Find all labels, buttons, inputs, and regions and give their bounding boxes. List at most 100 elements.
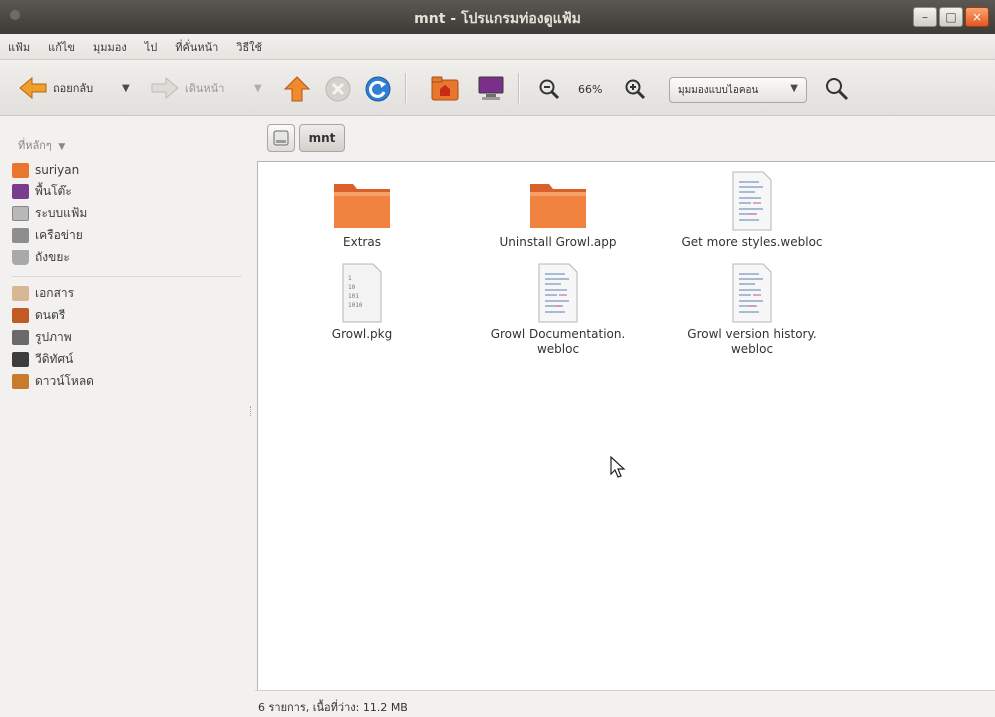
sidebar-item-home[interactable]: suriyan <box>12 160 79 180</box>
chevron-down-icon: ▼ <box>58 142 66 152</box>
home-icon <box>12 162 29 178</box>
sidebar-item-downloads[interactable]: ดาวน์โหลด <box>12 371 94 391</box>
places-dropdown[interactable]: ที่หลักๆ ▼ <box>18 136 65 154</box>
up-arrow-icon <box>283 76 311 102</box>
toolbar: ถอยกลับ ▼ เดินหน้า ▼ 66% มุมมองแบบไอคอน … <box>0 61 995 116</box>
sidebar-item-label: suriyan <box>35 163 80 177</box>
computer-button[interactable] <box>476 74 506 102</box>
reload-button[interactable] <box>364 75 392 103</box>
back-label: ถอยกลับ <box>53 82 94 95</box>
chevron-down-icon: ▼ <box>790 83 798 94</box>
menu-go[interactable]: ไป <box>145 38 158 56</box>
search-icon <box>826 78 849 101</box>
svg-text:1: 1 <box>348 275 352 282</box>
up-button[interactable] <box>283 75 311 103</box>
zoom-level[interactable]: 66% <box>578 83 602 96</box>
mouse-cursor-icon <box>610 456 626 478</box>
path-bar: mnt <box>255 116 995 160</box>
zoom-in-button[interactable] <box>624 78 646 100</box>
file-name: Get more styles.webloc <box>681 235 823 249</box>
menu-file[interactable]: แฟ้ม <box>8 38 30 56</box>
sidebar-item-trash[interactable]: ถังขยะ <box>12 247 70 267</box>
reload-icon <box>365 76 391 102</box>
minimize-button[interactable]: – <box>913 7 937 27</box>
webloc-document-icon <box>732 263 772 323</box>
file-item-growl-documentation[interactable]: Growl Documentation. webloc <box>468 262 648 357</box>
sidebar-item-videos[interactable]: วีดิทัศน์ <box>12 349 73 369</box>
menu-help[interactable]: วิธีใช้ <box>236 38 262 56</box>
zoom-in-icon <box>625 79 646 100</box>
videos-icon <box>12 351 29 367</box>
stop-icon <box>325 76 351 102</box>
sidebar-item-label: รูปภาพ <box>35 329 72 344</box>
music-icon <box>12 307 29 323</box>
maximize-button[interactable]: □ <box>939 7 963 27</box>
window-controls: – □ × <box>911 7 989 27</box>
forward-arrow-icon <box>151 76 179 100</box>
file-item-extras[interactable]: Extras <box>272 178 452 250</box>
sidebar-item-documents[interactable]: เอกสาร <box>12 283 74 303</box>
file-name: Uninstall Growl.app <box>499 235 617 249</box>
sidebar-item-label: ดาวน์โหลด <box>35 373 94 388</box>
file-name-line2: webloc <box>536 342 580 356</box>
status-bar: 6 รายการ, เนื้อที่ว่าง: 11.2 MB <box>255 690 995 717</box>
home-folder-icon <box>431 76 459 101</box>
svg-text:10: 10 <box>348 284 356 291</box>
window-title: mnt - โปรแกรมท่องดูแฟ้ม <box>414 11 581 27</box>
file-item-get-more-styles[interactable]: Get more styles.webloc <box>662 170 842 250</box>
menu-bar: แฟ้ม แก้ไข มุมมอง ไป ที่คั่นหน้า วิธีใช้ <box>0 34 995 60</box>
view-mode-value: มุมมองแบบไอคอน <box>678 84 759 96</box>
file-manager-window: mnt - โปรแกรมท่องดูแฟ้ม – □ × แฟ้ม แก้ไข… <box>0 0 995 717</box>
path-current-label: mnt <box>308 131 336 145</box>
sidebar-item-label: ดนตรี <box>35 307 66 322</box>
folder-icon <box>530 184 586 228</box>
binary-file-icon: 1 10 101 1010 <box>342 263 382 323</box>
sidebar-item-label: วีดิทัศน์ <box>35 351 74 366</box>
file-item-uninstall-growl[interactable]: Uninstall Growl.app <box>468 178 648 250</box>
back-history-dropdown[interactable]: ▼ <box>122 83 130 94</box>
file-item-growl-version-history[interactable]: Growl version history. webloc <box>662 262 842 357</box>
sidebar-item-music[interactable]: ดนตรี <box>12 305 65 325</box>
sidebar-item-network[interactable]: เครือข่าย <box>12 225 83 245</box>
forward-history-dropdown[interactable]: ▼ <box>254 83 262 94</box>
title-bar[interactable]: mnt - โปรแกรมท่องดูแฟ้ม – □ × <box>0 0 995 34</box>
sidebar-separator <box>12 276 242 277</box>
sidebar-item-desktop[interactable]: พื้นโต๊ะ <box>12 181 72 201</box>
desktop-icon <box>12 183 29 199</box>
computer-icon <box>478 76 504 100</box>
sidebar-item-label: ระบบแฟ้ม <box>35 205 88 220</box>
sidebar-item-filesystem[interactable]: ระบบแฟ้ม <box>12 203 87 223</box>
back-button[interactable]: ถอยกลับ <box>18 75 93 101</box>
sidebar-item-label: เครือข่าย <box>35 227 83 242</box>
sidebar-resize-handle[interactable] <box>250 406 255 416</box>
forward-button[interactable]: เดินหน้า <box>150 75 224 101</box>
file-name: Growl.pkg <box>331 327 393 341</box>
menu-edit[interactable]: แก้ไข <box>48 38 75 56</box>
toolbar-separator <box>518 73 520 103</box>
zoom-out-button[interactable] <box>538 78 560 100</box>
search-button[interactable] <box>824 76 850 102</box>
file-view[interactable]: Extras Uninstall Growl.app Get more styl… <box>257 161 995 690</box>
file-name: Extras <box>343 235 381 249</box>
file-name-line2: webloc <box>730 342 774 356</box>
file-name-line1: Growl version history. <box>687 327 817 341</box>
toolbar-separator <box>405 73 407 103</box>
drive-icon <box>273 130 289 146</box>
home-button[interactable] <box>430 74 460 102</box>
path-root-button[interactable] <box>267 124 295 152</box>
path-current-button[interactable]: mnt <box>299 124 345 152</box>
places-header-label: ที่หลักๆ <box>18 139 52 152</box>
sidebar-item-label: ถังขยะ <box>35 249 70 264</box>
svg-text:101: 101 <box>348 293 359 300</box>
file-name-line1: Growl Documentation. <box>490 327 626 341</box>
svg-text:1010: 1010 <box>348 302 363 309</box>
back-arrow-icon <box>19 76 47 100</box>
close-button[interactable]: × <box>965 7 989 27</box>
stop-button[interactable] <box>324 75 352 103</box>
menu-bookmarks[interactable]: ที่คั่นหน้า <box>175 38 218 56</box>
file-item-growl-pkg[interactable]: 1 10 101 1010 Growl.pkg <box>272 262 452 342</box>
menu-view[interactable]: มุมมอง <box>93 38 127 56</box>
sidebar-item-pictures[interactable]: รูปภาพ <box>12 327 72 347</box>
view-mode-select[interactable]: มุมมองแบบไอคอน ▼ <box>669 77 807 103</box>
webloc-document-icon <box>538 263 578 323</box>
